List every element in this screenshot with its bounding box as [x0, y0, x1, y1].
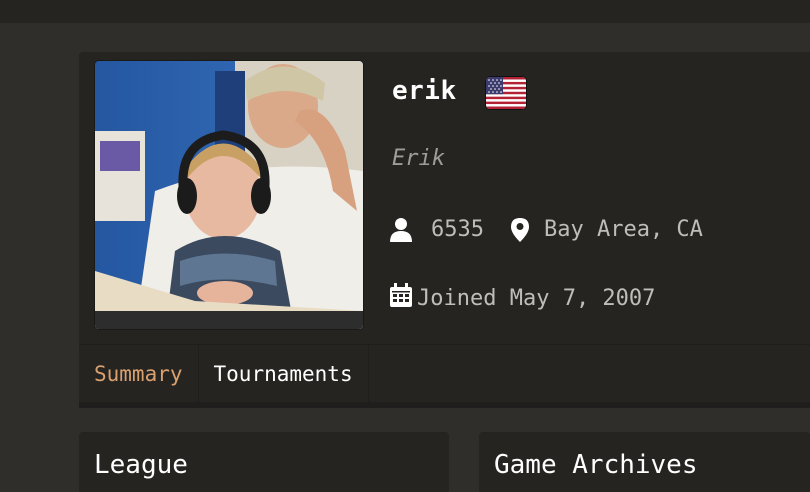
- top-bar: [0, 0, 810, 23]
- joined-row: Joined May 7, 2007: [390, 283, 655, 313]
- username[interactable]: erik: [392, 76, 457, 106]
- game-archives-panel: Game Archives: [479, 432, 810, 492]
- us-flag-icon: [485, 76, 527, 110]
- game-archives-title: Game Archives: [494, 450, 698, 480]
- tab-tournaments[interactable]: Tournaments: [199, 345, 369, 403]
- profile-tabs: Summary Tournaments: [79, 344, 810, 403]
- location: Bay Area, CA: [543, 217, 703, 242]
- location-pin-icon: [510, 217, 529, 242]
- user-icon: [390, 217, 412, 242]
- profile-meta-row: 6535 Bay Area, CA: [390, 217, 703, 242]
- joined-date: Joined May 7, 2007: [417, 285, 656, 311]
- real-name: Erik: [392, 146, 445, 171]
- league-panel: League: [79, 432, 449, 492]
- avatar: [94, 60, 364, 330]
- league-title: League: [94, 450, 188, 480]
- avatar-photo: [95, 61, 363, 329]
- profile-card: erik Erik 6535 Bay Area, CA Joined May 7…: [79, 52, 810, 408]
- calendar-icon: [390, 283, 412, 313]
- tab-summary[interactable]: Summary: [79, 345, 199, 403]
- follower-count[interactable]: 6535: [431, 217, 484, 242]
- card-divider: [79, 402, 810, 408]
